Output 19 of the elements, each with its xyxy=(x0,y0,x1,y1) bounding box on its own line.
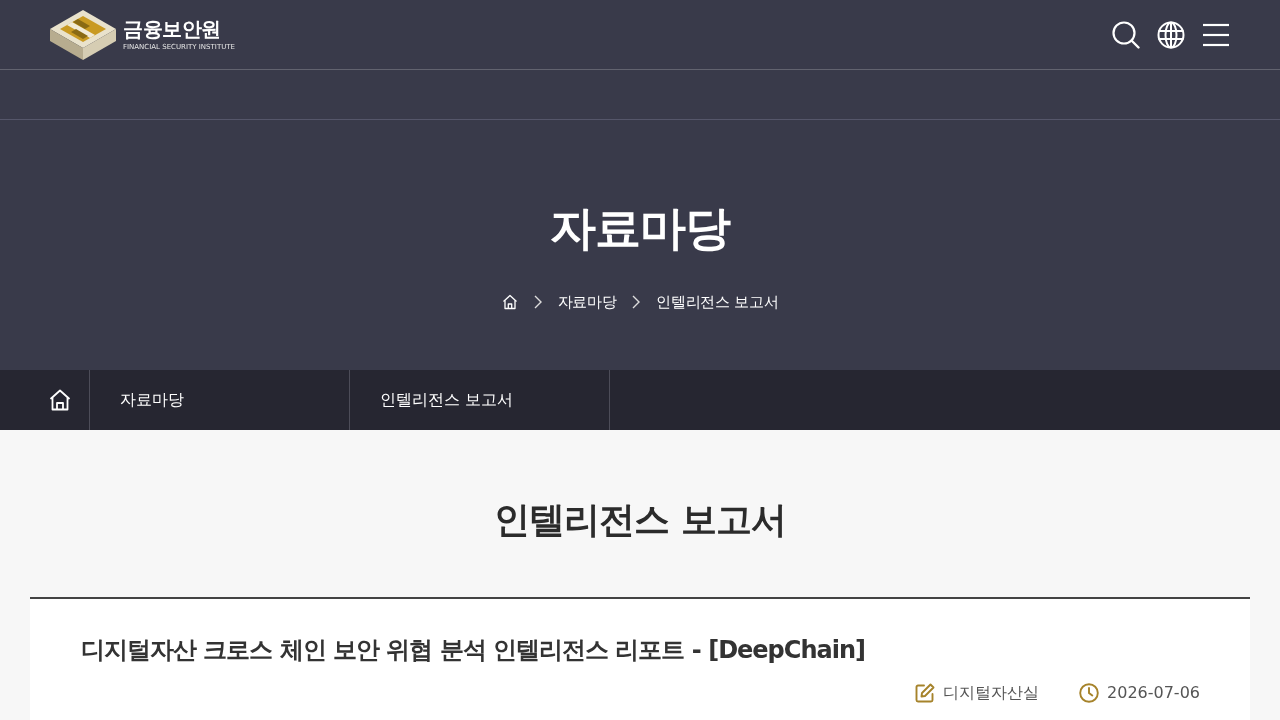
sub-navigation-item[interactable]: 인텔리전스 보고서 xyxy=(350,370,610,430)
chevron-icon xyxy=(533,295,542,309)
breadcrumb-link[interactable]: 인텔리전스 보고서 xyxy=(656,290,779,314)
date-label: 2026-07-06 xyxy=(1107,682,1200,704)
department-label: 디지털자산실 xyxy=(943,682,1039,704)
search-icon[interactable] xyxy=(1112,20,1140,49)
globe-icon[interactable] xyxy=(1157,20,1185,49)
section-heading: 인텔리전스 보고서 xyxy=(494,498,786,542)
clock-icon xyxy=(1079,683,1099,703)
maze-logo-icon xyxy=(50,9,116,60)
chevron-icon xyxy=(632,295,641,309)
home-icon[interactable] xyxy=(501,294,518,310)
logo-name: 금융보안원 xyxy=(123,17,222,41)
pencil-edit-icon xyxy=(915,683,935,703)
sub-navigation-item[interactable]: 자료마당 xyxy=(90,370,350,430)
page-title: 자료마당 xyxy=(550,202,730,254)
article-title: 디지털자산 크로스 체인 보안 위협 분석 인텔리전스 리포트 - [DeepChain] xyxy=(81,635,866,666)
breadcrumb-link[interactable]: 자료마당 xyxy=(557,290,617,314)
menu-icon[interactable] xyxy=(1202,22,1230,47)
